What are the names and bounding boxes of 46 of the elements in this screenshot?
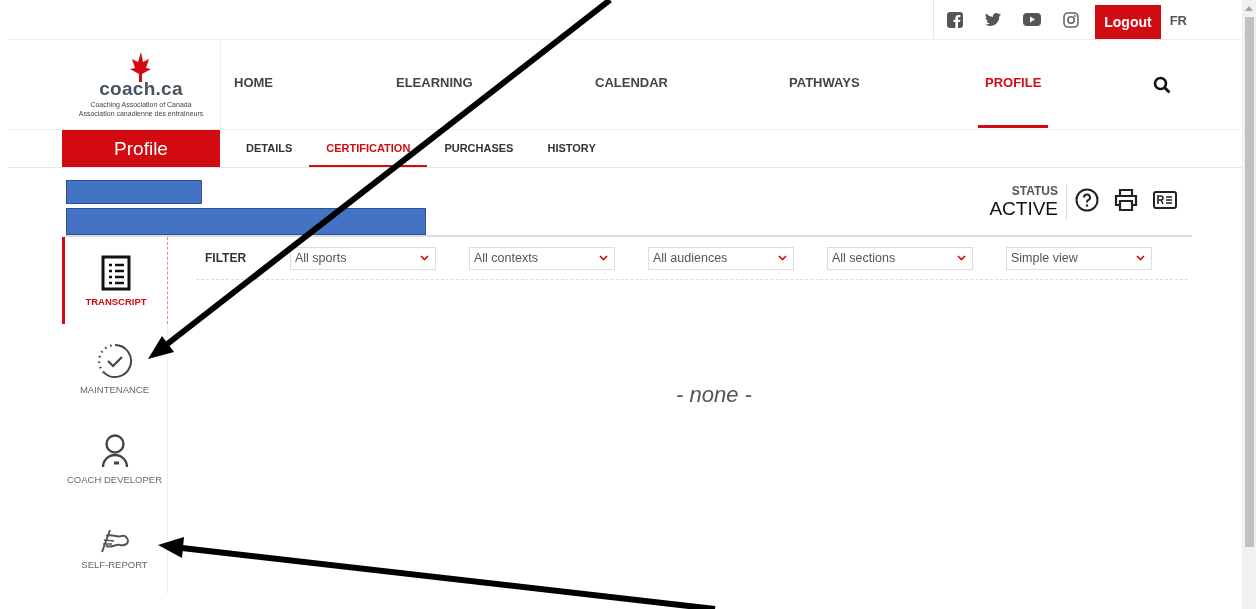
- filter-dropdown[interactable]: All sports: [290, 246, 436, 270]
- facebook-icon[interactable]: [947, 11, 964, 28]
- play-icon[interactable]: [1023, 13, 1042, 26]
- id-card-icon[interactable]: [1153, 191, 1177, 209]
- sidebar-item[interactable]: COACH DEVELOPER: [62, 414, 168, 504]
- status-value: ACTIVE: [989, 198, 1058, 220]
- help-icon[interactable]: [1075, 188, 1099, 212]
- check-circle-icon: [96, 343, 133, 379]
- nav-link[interactable]: ELEARNING: [389, 40, 480, 128]
- tab[interactable]: DETAILS: [229, 130, 310, 167]
- chevron-icon: [778, 255, 787, 261]
- bird-icon[interactable]: [985, 12, 1002, 27]
- filter-dropdown[interactable]: Simple view: [1006, 246, 1152, 270]
- nav-link[interactable]: CALENDAR: [588, 40, 675, 128]
- filter-dropdown[interactable]: All sections: [827, 246, 973, 270]
- tab[interactable]: CERTIFICATION: [309, 130, 428, 167]
- filter-dropdown[interactable]: All audiences: [648, 246, 794, 270]
- filter-label: FILTER: [204, 251, 248, 265]
- sidebar-label: MAINTENANCE: [79, 385, 150, 395]
- print-icon[interactable]: [1114, 189, 1138, 211]
- chevron-icon: [420, 255, 429, 261]
- sidebar-item[interactable]: TRANSCRIPT: [62, 237, 168, 324]
- nav-link[interactable]: HOME: [227, 40, 280, 128]
- list-icon: [101, 254, 131, 291]
- maple-leaf-icon: [129, 51, 153, 82]
- search-icon[interactable]: [1153, 75, 1171, 94]
- section-title: Profile: [62, 130, 220, 167]
- sidebar-label: SELF-REPORT: [81, 560, 148, 570]
- logo-wordmark: coach.ca: [99, 77, 183, 100]
- language-link[interactable]: FR: [1169, 13, 1187, 28]
- sidebar-label: TRANSCRIPT: [85, 296, 147, 307]
- nav-link[interactable]: PATHWAYS: [782, 40, 867, 128]
- empty-message: - none -: [676, 382, 752, 408]
- nav-link[interactable]: PROFILE: [978, 40, 1049, 128]
- status-label: STATUS: [1011, 184, 1058, 198]
- logout-button[interactable]: Logout: [1095, 5, 1161, 39]
- tab[interactable]: HISTORY: [530, 130, 613, 167]
- person-icon: [99, 433, 130, 469]
- chevron-icon: [599, 255, 608, 261]
- filter-dropdown[interactable]: All contexts: [469, 246, 615, 270]
- camera-icon[interactable]: [1063, 11, 1080, 28]
- scrollbar[interactable]: [1242, 0, 1256, 609]
- sidebar-label: COACH DEVELOPER: [67, 475, 162, 485]
- chevron-icon: [1136, 255, 1145, 261]
- chevron-icon: [957, 255, 966, 261]
- tab[interactable]: PURCHASES: [427, 130, 531, 167]
